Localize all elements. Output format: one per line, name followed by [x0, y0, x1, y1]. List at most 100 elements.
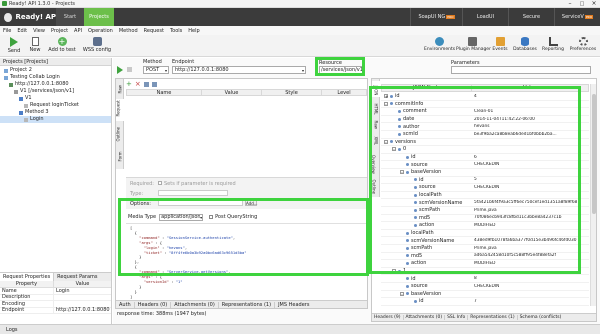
collapse-icon[interactable]: - — [384, 101, 388, 106]
tab-response-headers[interactable]: Headers (9) — [372, 315, 404, 320]
collapse-icon[interactable]: - — [400, 291, 404, 296]
new-button[interactable]: New — [25, 37, 45, 55]
plugin-manager-button[interactable]: Plugin Manager — [456, 37, 491, 55]
tree-item-service[interactable]: http://127.0.0.1:8080 — [0, 81, 111, 88]
tab-schema[interactable]: Schema (conflicts) — [518, 315, 564, 320]
json-tree-row[interactable]: - versions — [381, 139, 589, 147]
expand-icon[interactable]: + — [384, 94, 388, 99]
tree-item-method3[interactable]: Method 3 — [0, 109, 111, 116]
json-tree-row[interactable]: - baseVersion — [381, 291, 589, 299]
json-tree-row[interactable]: - commitInfo — [381, 101, 589, 109]
json-tree-row[interactable]: comment Clean-01 — [381, 108, 589, 116]
tree-item-project2[interactable]: Project 2 — [0, 67, 111, 74]
tree-item-v1[interactable]: V1 — [0, 95, 111, 102]
tab-jms-headers[interactable]: JMS Headers — [275, 302, 312, 308]
side-tab-json[interactable]: JSON — [372, 81, 380, 97]
menu-api[interactable]: API — [74, 28, 82, 34]
parameters-input[interactable] — [451, 66, 591, 74]
menu-view[interactable]: View — [33, 28, 45, 34]
tab-representations[interactable]: Representations (1) — [219, 301, 276, 308]
json-tree-row[interactable]: scmId be3f9ba2ca8b8eab6ded1bf0bbb2ba... — [381, 131, 589, 139]
collapse-icon[interactable]: - — [392, 269, 396, 274]
product-soapui[interactable]: SoapUI NG PRO — [410, 8, 462, 26]
product-servicev[interactable]: ServiceV PRO — [554, 8, 600, 26]
json-tree-row[interactable]: id 6 — [381, 154, 589, 162]
property-row[interactable]: Endpoint http://127.0.0.1:8080 — [0, 307, 111, 314]
logs-toggle[interactable]: Logs — [6, 327, 18, 333]
menu-file[interactable]: File — [3, 28, 11, 34]
json-tree-row[interactable]: md5 70f086ecb943fc8fbd11c3bbe8a4237c1b — [381, 215, 589, 223]
sort-param-icon[interactable] — [151, 81, 157, 87]
json-tree-row[interactable]: id 8 — [381, 275, 589, 283]
json-tree-row[interactable]: -1 — [381, 268, 589, 276]
json-tree-row[interactable]: action MODIFIED — [381, 260, 589, 268]
media-type-select[interactable]: application/json ▾ — [159, 213, 204, 221]
resource-input[interactable]: /services/json/v1 — [319, 66, 363, 74]
tab-request-params[interactable]: Request Params — [54, 274, 100, 280]
remove-param-icon[interactable]: × — [135, 80, 141, 88]
side-tab-html[interactable]: HTML — [372, 99, 380, 115]
tree-item-request-loginticket[interactable]: Request loginTicket — [0, 102, 111, 109]
json-tree-row[interactable]: -0 — [381, 146, 589, 154]
tab-response-attachments[interactable]: Attachments (0) — [404, 315, 446, 320]
wss-config-button[interactable]: WSS config — [79, 37, 115, 55]
tab-headers[interactable]: Headers (0) — [135, 301, 172, 308]
move-param-icon[interactable] — [143, 81, 149, 87]
send-button[interactable]: Send — [3, 37, 25, 55]
side-tab-form[interactable]: Form — [116, 149, 124, 165]
json-tree-row[interactable]: date 2014-11-04T11:42:22-06:00 — [381, 116, 589, 124]
tab-start[interactable]: Start — [56, 8, 84, 26]
tab-request-properties[interactable]: Request Properties — [0, 273, 55, 281]
side-tab-raw[interactable]: Raw — [116, 81, 124, 97]
menu-method[interactable]: Method — [119, 28, 138, 34]
stop-request-icon[interactable] — [127, 67, 132, 72]
add-param-icon[interactable]: + — [126, 80, 132, 88]
side-tab-overview[interactable]: Overview — [371, 149, 380, 174]
maximize-icon[interactable]: □ — [576, 1, 588, 7]
menu-request[interactable]: Request — [144, 28, 164, 34]
side-tab-outline-response[interactable]: Outline — [372, 175, 380, 195]
side-tab-xml[interactable]: XML — [372, 133, 380, 147]
json-tree-row[interactable]: source CHECKEDIN — [381, 283, 589, 291]
type-select[interactable] — [158, 190, 228, 196]
minimize-icon[interactable]: – — [564, 0, 576, 7]
json-tree-row[interactable]: localPath — [381, 192, 589, 200]
collapse-icon[interactable]: - — [392, 147, 396, 152]
request-body-editor[interactable]: [ { "command" : "SessionService.authenti… — [126, 223, 367, 299]
json-tree-row[interactable]: - baseVersion — [381, 169, 589, 177]
databases-button[interactable]: Databases — [512, 37, 538, 55]
environments-button[interactable]: Environments — [424, 37, 455, 55]
menu-operation[interactable]: Operation — [88, 28, 113, 34]
tree-item-testing-collab[interactable]: Testing Collab Login — [0, 74, 111, 81]
collapse-icon[interactable]: - — [400, 170, 404, 175]
options-add-button[interactable]: Add... — [245, 200, 258, 206]
endpoint-input[interactable]: http://127.0.0.1:8080 ▾ — [172, 66, 306, 74]
side-tab-request[interactable]: Request — [116, 99, 124, 121]
required-checkbox[interactable] — [158, 181, 162, 185]
close-icon[interactable]: × — [588, 0, 600, 7]
menu-edit[interactable]: Edit — [17, 28, 27, 34]
options-input[interactable] — [158, 200, 243, 206]
side-tab-outline[interactable]: Outline — [116, 125, 124, 145]
json-tree-row[interactable]: source CHECKEDIN — [381, 161, 589, 169]
title-bar[interactable]: Ready! API 1.3.0 - Projects – □ × — [0, 0, 600, 8]
side-tab-raw-response[interactable]: Raw — [372, 117, 380, 131]
method-select[interactable]: POST ▾ — [143, 66, 169, 74]
json-tree-row[interactable]: action MODIFIED — [381, 222, 589, 230]
collapse-icon[interactable]: - — [384, 139, 388, 144]
json-tree-row[interactable]: localPath — [381, 230, 589, 238]
json-tree-row[interactable]: source CHECKEDIN — [381, 184, 589, 192]
json-tree-row[interactable]: id 7 — [381, 298, 589, 306]
menu-help[interactable]: Help — [188, 28, 199, 34]
run-request-icon[interactable] — [117, 66, 123, 74]
product-secure[interactable]: Secure — [508, 8, 554, 26]
tree-item-resource[interactable]: V1 [/services/json/v1] — [0, 88, 111, 95]
reporting-button[interactable]: Reporting — [540, 37, 566, 55]
preferences-button[interactable]: Preferences — [568, 37, 598, 55]
response-scrollbar[interactable] — [590, 84, 596, 306]
product-loadui[interactable]: LoadUI — [462, 8, 508, 26]
events-button[interactable]: Events — [490, 37, 510, 55]
tab-response-representations[interactable]: Representations (1) — [468, 315, 518, 320]
json-tree-row[interactable]: author hevans — [381, 123, 589, 131]
json-tree-row[interactable]: + id 4 — [381, 93, 589, 101]
